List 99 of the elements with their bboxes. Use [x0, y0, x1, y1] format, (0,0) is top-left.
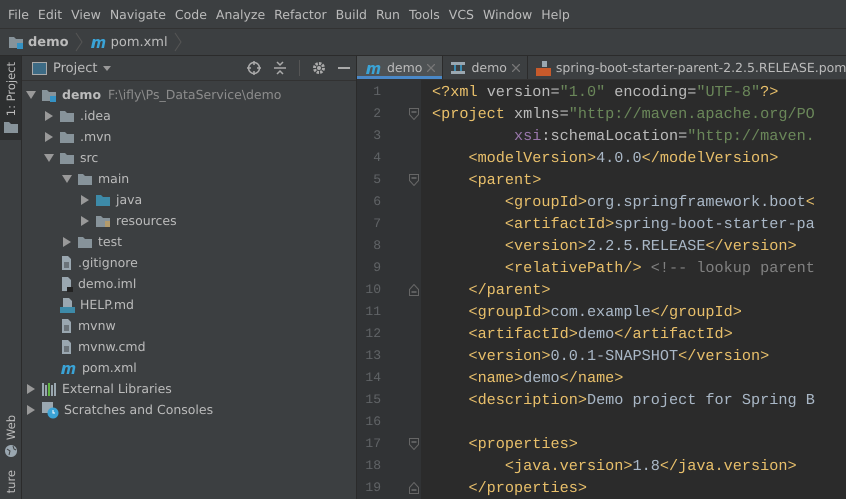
clock-icon: [41, 400, 59, 418]
close-icon[interactable]: [512, 64, 520, 72]
folder-icon: [2, 120, 18, 134]
code-line: <groupId>org.springframework.boot<: [504, 193, 815, 211]
code-line: <?xml version="1.0" encoding="UTF-8"?>: [432, 83, 778, 101]
code-line: <relativePath/> <!-- lookup parent: [504, 259, 815, 277]
code-line: <version>0.0.1-SNAPSHOT</version>: [467, 347, 770, 365]
menu-item[interactable]: Run: [372, 4, 404, 24]
file-icon: [59, 338, 73, 354]
tree-item[interactable]: main: [22, 168, 356, 189]
menu-item[interactable]: Refactor: [270, 4, 331, 24]
menu-item[interactable]: Navigate: [106, 4, 170, 24]
folder-icon: [41, 88, 57, 102]
menu-item[interactable]: Code: [170, 4, 211, 24]
chevron-icon: [174, 32, 182, 52]
tree-item[interactable]: mvnw: [22, 315, 356, 336]
code-line: <artifactId>spring-boot-starter-pa: [504, 215, 815, 233]
code-line: xsi:schemaLocation="http://maven.: [513, 127, 815, 145]
expand-arrow-icon[interactable]: [62, 174, 72, 184]
file-icon: [534, 60, 551, 76]
code-line: <java.version>1.8</java.version>: [504, 457, 797, 475]
side-tab[interactable]: ture: [0, 464, 21, 499]
editor-tab[interactable]: demo: [443, 56, 528, 79]
file-icon: [59, 276, 73, 292]
tree-item[interactable]: demo.iml: [22, 273, 356, 294]
code-line: <project xmlns="http://maven.apache.org/PO: [432, 105, 815, 123]
expand-arrow-icon[interactable]: [80, 194, 90, 204]
markdown-file-icon: [59, 296, 75, 312]
settings-icon[interactable]: [312, 61, 326, 75]
editor-tab[interactable]: spring-boot-starter-parent-2.2.5.RELEASE.pom: [528, 56, 846, 79]
tree-item[interactable]: pom.xml: [22, 357, 356, 378]
tree-item[interactable]: Scratches and Consoles: [22, 399, 356, 420]
code-line: <parent>: [467, 171, 542, 189]
code-line: <properties>: [467, 435, 578, 453]
file-icon: [59, 254, 73, 270]
menu-item[interactable]: Help: [537, 4, 574, 24]
folder-icon: [59, 108, 75, 122]
folder-icon: [59, 130, 75, 144]
fold-end-marker-icon[interactable]: [409, 482, 419, 494]
menu-item[interactable]: View: [67, 4, 105, 24]
code-line: <artifactId>demo</artifactId>: [467, 325, 733, 343]
folder-icon: [8, 35, 24, 49]
code-line: <groupId>com.example</groupId>: [467, 303, 742, 321]
tree-item[interactable]: mvnw.cmd: [22, 336, 356, 357]
code-line: <version>2.2.5.RELEASE</version>: [504, 237, 797, 255]
menu-item[interactable]: Window: [478, 4, 536, 24]
panel-icon: [32, 62, 47, 74]
globe-icon: [4, 444, 18, 458]
menu-item[interactable]: Build: [332, 4, 371, 24]
folder-icon: [59, 150, 75, 164]
folder-icon: [77, 234, 93, 248]
menu-item[interactable]: Edit: [34, 4, 66, 24]
expand-arrow-icon[interactable]: [62, 236, 72, 246]
tree-item[interactable]: demo F:\ifly\Ps_DataService\demo: [22, 84, 356, 105]
menu-item[interactable]: Analyze: [212, 4, 270, 24]
expand-arrow-icon[interactable]: [26, 404, 36, 414]
library-bars-icon: [41, 382, 57, 396]
tree-item[interactable]: src: [22, 147, 356, 168]
crosshair-icon[interactable]: [247, 61, 261, 75]
tree-item[interactable]: .gitignore: [22, 252, 356, 273]
project-view-selector[interactable]: Project: [32, 60, 112, 76]
side-tab[interactable]: 1: Project: [0, 56, 21, 140]
breadcrumb-item[interactable]: pom.xml: [88, 34, 168, 50]
breadcrumb-item[interactable]: demo: [8, 34, 69, 50]
code-line: <modelVersion>4.0.0</modelVersion>: [467, 149, 778, 167]
expand-arrow-icon[interactable]: [26, 384, 36, 394]
diagram-icon: [450, 60, 466, 74]
file-icon: [59, 318, 73, 334]
fold-marker-icon[interactable]: [409, 108, 419, 120]
tree-item[interactable]: External Libraries: [22, 378, 356, 399]
tree-item[interactable]: test: [22, 231, 356, 252]
folder-icon: [95, 214, 111, 228]
tree-item[interactable]: java: [22, 189, 356, 210]
fold-marker-icon[interactable]: [409, 438, 419, 450]
tree-item[interactable]: resources: [22, 210, 356, 231]
code-line: </parent>: [467, 281, 550, 299]
chevron-icon: [74, 32, 83, 52]
tree-item[interactable]: .idea: [22, 105, 356, 126]
dropdown-icon: [103, 66, 112, 70]
menu-item[interactable]: File: [4, 4, 33, 24]
tree-item[interactable]: HELP.md: [22, 294, 356, 315]
expand-arrow-icon[interactable]: [80, 216, 90, 226]
expand-arrow-icon[interactable]: [26, 90, 36, 100]
expand-arrow-icon[interactable]: [44, 110, 54, 120]
code-line: </properties>: [467, 479, 587, 497]
tree-item[interactable]: .mvn: [22, 126, 356, 147]
editor-tab[interactable]: demo: [357, 56, 444, 79]
collapse-icon[interactable]: [273, 61, 287, 75]
expand-arrow-icon[interactable]: [44, 152, 54, 162]
code-line: <description>Demo project for Spring B: [467, 391, 815, 409]
fold-marker-icon[interactable]: [409, 174, 419, 186]
menu-item[interactable]: VCS: [444, 4, 478, 24]
expand-arrow-icon[interactable]: [44, 132, 54, 142]
menu-item[interactable]: Tools: [404, 4, 444, 24]
fold-end-marker-icon[interactable]: [409, 284, 419, 296]
side-tab[interactable]: Web: [0, 408, 21, 464]
folder-icon: [77, 172, 93, 186]
folder-icon: [95, 192, 111, 206]
code-line: <name>demo</name>: [467, 369, 624, 387]
